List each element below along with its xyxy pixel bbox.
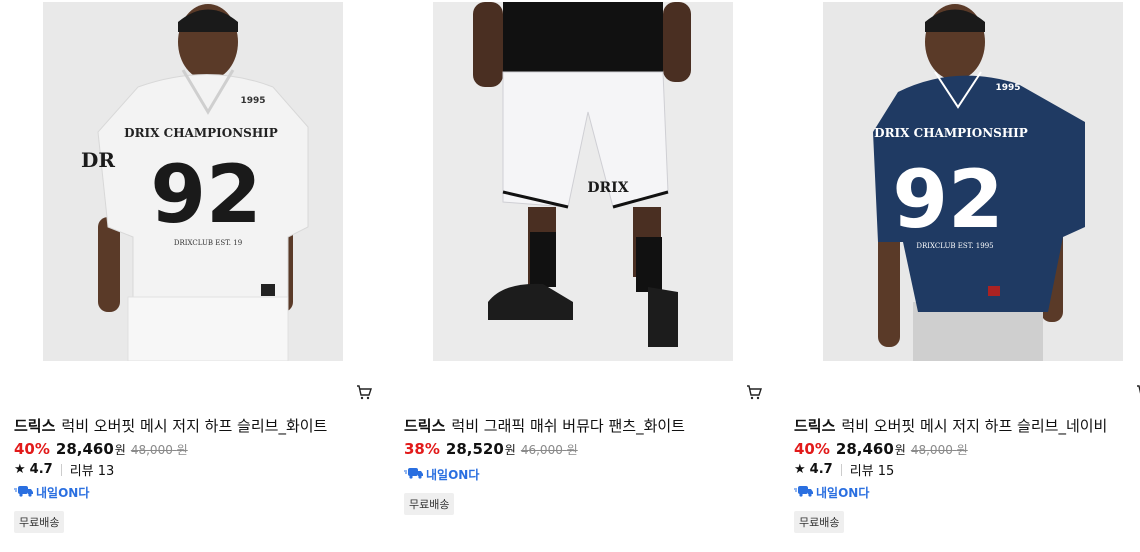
- cart-icon[interactable]: [1135, 383, 1140, 401]
- free-shipping-tag: 무료배송: [404, 493, 455, 515]
- delivery-truck-icon: [404, 467, 424, 482]
- original-price-value: 48,000: [130, 443, 173, 457]
- cart-icon[interactable]: [355, 383, 373, 401]
- product-name[interactable]: 럭비 그래픽 매쉬 버뮤다 팬츠_화이트: [451, 417, 685, 435]
- product-card[interactable]: DRIX 드릭스 럭비 그래픽 매쉬 버뮤다 팬츠_화이트 38% 28,520원 4…: [390, 0, 770, 552]
- product-title[interactable]: 드릭스 럭비 오버핏 메시 저지 하프 슬리브_화이트: [14, 415, 376, 436]
- jersey-text: DRIX CHAMPIONSHIP: [124, 126, 278, 140]
- discount-rate: 40%: [14, 440, 50, 458]
- star-icon: ★: [14, 462, 26, 477]
- rating-score: 4.7: [29, 462, 53, 477]
- brand-name[interactable]: 드릭스: [404, 417, 445, 435]
- cart-icon[interactable]: [745, 383, 763, 401]
- product-photo: DRIX: [433, 2, 733, 361]
- jersey-small-text: DRIXCLUB EST. 19: [174, 239, 242, 247]
- product-image[interactable]: DRIX: [433, 2, 733, 361]
- product-card[interactable]: DRIX CHAMPIONSHIP 92 DRIXCLUB EST. 19 19…: [0, 0, 380, 552]
- review-count: 리뷰 13: [69, 464, 115, 479]
- jersey-number: 92: [150, 148, 261, 241]
- free-shipping-tag: 무료배송: [14, 511, 65, 533]
- product-image[interactable]: DRIX CHAMPIONSHIP 92 DRIXCLUB EST. 19 19…: [43, 2, 343, 361]
- original-currency: 원: [956, 443, 968, 457]
- price-row: 38% 28,520원 46,000 원: [404, 440, 578, 458]
- product-name[interactable]: 럭비 오버핏 메시 저지 하프 슬리브_네이비: [841, 417, 1107, 435]
- discount-rate: 40%: [794, 440, 830, 458]
- sale-price: 28,460: [55, 440, 114, 458]
- original-currency: 원: [176, 443, 188, 457]
- product-photo: DRIX CHAMPIONSHIP 92 DRIXCLUB EST. 1995 …: [823, 2, 1123, 361]
- price-row: 40% 28,460원 48,000 원: [794, 440, 968, 458]
- jersey-small-text: DRIXCLUB EST. 1995: [916, 242, 993, 250]
- rating-score: 4.7: [809, 462, 833, 477]
- delivery-truck-icon: [794, 485, 814, 500]
- product-image[interactable]: DRIX CHAMPIONSHIP 92 DRIXCLUB EST. 1995 …: [823, 2, 1123, 361]
- rating-row: ★ 4.7 리뷰 13: [14, 460, 114, 479]
- jersey-year: 1995: [995, 83, 1020, 93]
- original-price: 46,000 원: [521, 443, 578, 457]
- star-icon: ★: [794, 462, 806, 477]
- original-currency: 원: [566, 443, 578, 457]
- original-price-value: 46,000: [520, 443, 563, 457]
- delivery-badge: 내일ON다: [794, 484, 869, 501]
- jersey-text: DRIX CHAMPIONSHIP: [874, 126, 1028, 140]
- divider: [60, 463, 62, 476]
- currency: 원: [894, 443, 906, 457]
- currency: 원: [114, 443, 126, 457]
- delivery-truck-icon: [14, 485, 34, 500]
- original-price: 48,000 원: [131, 443, 188, 457]
- free-shipping-tag: 무료배송: [794, 511, 845, 533]
- product-photo: DRIX CHAMPIONSHIP 92 DRIXCLUB EST. 19 19…: [43, 2, 343, 361]
- currency: 원: [504, 443, 516, 457]
- delivery-label: 내일ON다: [426, 468, 480, 482]
- jersey-number: 92: [892, 153, 1003, 246]
- product-card[interactable]: DRIX CHAMPIONSHIP 92 DRIXCLUB EST. 1995 …: [780, 0, 1140, 552]
- product-name[interactable]: 럭비 오버핏 메시 저지 하프 슬리브_화이트: [61, 417, 327, 435]
- rating-row: ★ 4.7 리뷰 15: [794, 460, 894, 479]
- original-price-value: 48,000: [910, 443, 953, 457]
- review-count: 리뷰 15: [849, 464, 895, 479]
- product-title[interactable]: 드릭스 럭비 오버핏 메시 저지 하프 슬리브_네이비: [794, 415, 1140, 436]
- divider: [840, 463, 842, 476]
- brand-name[interactable]: 드릭스: [14, 417, 55, 435]
- brand-name[interactable]: 드릭스: [794, 417, 835, 435]
- sale-price: 28,460: [835, 440, 894, 458]
- jersey-sleeve-text: DR: [81, 148, 115, 172]
- price-row: 40% 28,460원 48,000 원: [14, 440, 188, 458]
- discount-rate: 38%: [404, 440, 440, 458]
- product-title[interactable]: 드릭스 럭비 그래픽 매쉬 버뮤다 팬츠_화이트: [404, 415, 766, 436]
- delivery-label: 내일ON다: [36, 486, 90, 500]
- delivery-badge: 내일ON다: [14, 484, 89, 501]
- original-price: 48,000 원: [911, 443, 968, 457]
- jersey-year: 1995: [240, 96, 265, 106]
- delivery-label: 내일ON다: [816, 486, 870, 500]
- shorts-logo: DRIX: [587, 180, 628, 196]
- sale-price: 28,520: [445, 440, 504, 458]
- delivery-badge: 내일ON다: [404, 466, 479, 483]
